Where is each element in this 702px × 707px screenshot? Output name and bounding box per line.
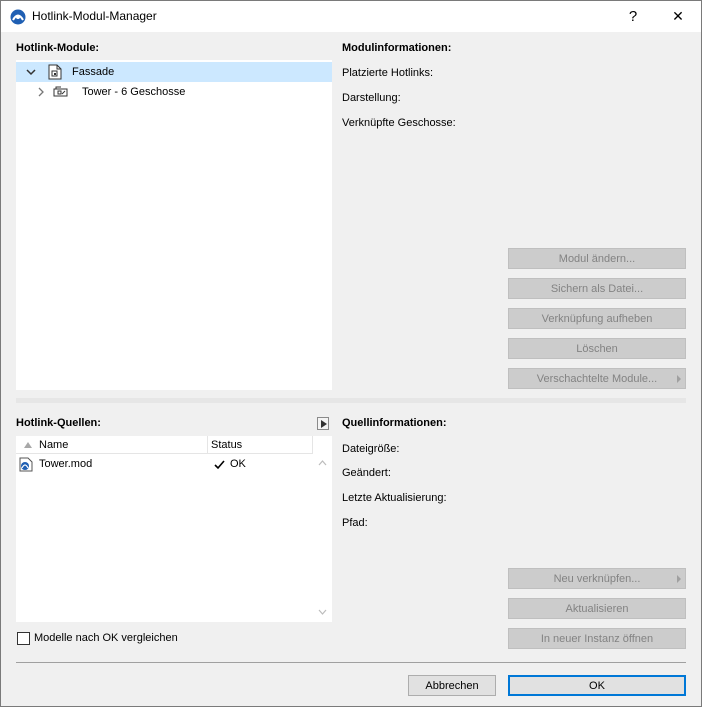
- scroll-up-icon[interactable]: [318, 460, 327, 466]
- change-module-button[interactable]: Modul ändern...: [508, 248, 686, 269]
- display-label: Darstellung:: [342, 92, 401, 104]
- tree-item-label: Fassade: [72, 66, 115, 78]
- title-bar: Hotlink-Modul-Manager ? ✕: [1, 1, 701, 32]
- tree-item-tower[interactable]: Tower - 6 Geschosse: [16, 82, 332, 102]
- window-title: Hotlink-Modul-Manager: [32, 9, 157, 23]
- vertical-scrollbar[interactable]: [313, 436, 332, 622]
- source-row[interactable]: Tower.mod OK: [16, 455, 313, 475]
- placed-hotlinks-label: Platzierte Hotlinks:: [342, 67, 434, 79]
- footer-divider: [16, 662, 686, 663]
- path-label: Pfad:: [342, 517, 368, 529]
- file-size-label: Dateigröße:: [342, 443, 400, 455]
- module-info-heading: Modulinformationen:: [342, 42, 452, 54]
- linked-stories-label: Verknüpfte Geschosse:: [342, 117, 456, 129]
- compare-checkbox[interactable]: [17, 632, 30, 645]
- help-icon: ?: [628, 8, 638, 25]
- tree-item-label: Tower - 6 Geschosse: [82, 86, 186, 98]
- break-link-button[interactable]: Verknüpfung aufheben: [508, 308, 686, 329]
- source-status: OK: [230, 458, 246, 470]
- scroll-down-icon[interactable]: [318, 609, 327, 615]
- cancel-button[interactable]: Abbrechen: [408, 675, 496, 696]
- open-new-instance-button[interactable]: In neuer Instanz öffnen: [508, 628, 686, 649]
- chevron-right-icon[interactable]: [35, 86, 47, 98]
- relink-button[interactable]: Neu verknüpfen...: [508, 568, 686, 589]
- compare-label[interactable]: Modelle nach OK vergleichen: [34, 632, 178, 644]
- tree-item-fassade[interactable]: Fassade: [16, 62, 332, 82]
- help-button[interactable]: ?: [610, 1, 656, 32]
- button-label: Modul ändern...: [558, 252, 636, 265]
- close-button[interactable]: ✕: [655, 1, 701, 32]
- submenu-arrow-icon: [677, 375, 681, 383]
- source-name: Tower.mod: [39, 458, 93, 470]
- sources-heading: Hotlink-Quellen:: [16, 417, 101, 429]
- column-header-status[interactable]: Status: [211, 439, 242, 451]
- modified-label: Geändert:: [342, 467, 391, 479]
- submenu-arrow-icon: [677, 575, 681, 583]
- button-label: Abbrechen: [425, 679, 479, 692]
- column-header-name[interactable]: Name: [39, 439, 68, 451]
- button-label: Neu verknüpfen...: [553, 572, 641, 585]
- button-label: OK: [589, 679, 605, 692]
- toggle-info-button[interactable]: [317, 417, 329, 430]
- play-right-icon: [321, 420, 327, 428]
- update-button[interactable]: Aktualisieren: [508, 598, 686, 619]
- splitter[interactable]: [16, 398, 686, 403]
- sort-ascending-icon: [24, 442, 32, 448]
- delete-button[interactable]: Löschen: [508, 338, 686, 359]
- sources-list[interactable]: Name Status Tower.mod OK: [16, 436, 332, 622]
- chevron-down-icon[interactable]: [25, 66, 37, 78]
- button-label: Löschen: [576, 342, 618, 355]
- list-header-row: Name Status: [16, 436, 313, 454]
- archicad-app-icon: [10, 9, 26, 25]
- save-as-file-button[interactable]: Sichern als Datei...: [508, 278, 686, 299]
- hotlink-module-icon: [53, 86, 68, 97]
- button-label: Aktualisieren: [565, 602, 629, 615]
- button-label: Sichern als Datei...: [550, 282, 644, 295]
- ok-button[interactable]: OK: [508, 675, 686, 696]
- mod-file-icon: [19, 457, 33, 472]
- column-divider[interactable]: [207, 436, 208, 454]
- button-label: Verschachtelte Module...: [536, 372, 658, 385]
- check-icon: [214, 460, 225, 470]
- module-file-icon: [48, 64, 62, 80]
- last-update-label: Letzte Aktualisierung:: [342, 492, 447, 504]
- close-icon: ✕: [672, 8, 684, 24]
- button-label: In neuer Instanz öffnen: [540, 632, 654, 645]
- dialog-window: Hotlink-Modul-Manager ? ✕ Hotlink-Module…: [0, 0, 702, 707]
- nested-modules-button[interactable]: Verschachtelte Module...: [508, 368, 686, 389]
- source-info-heading: Quellinformationen:: [342, 417, 447, 429]
- button-label: Verknüpfung aufheben: [541, 312, 653, 325]
- modules-tree[interactable]: Fassade Tower - 6 Geschosse: [16, 60, 332, 390]
- modules-heading: Hotlink-Module:: [16, 42, 100, 54]
